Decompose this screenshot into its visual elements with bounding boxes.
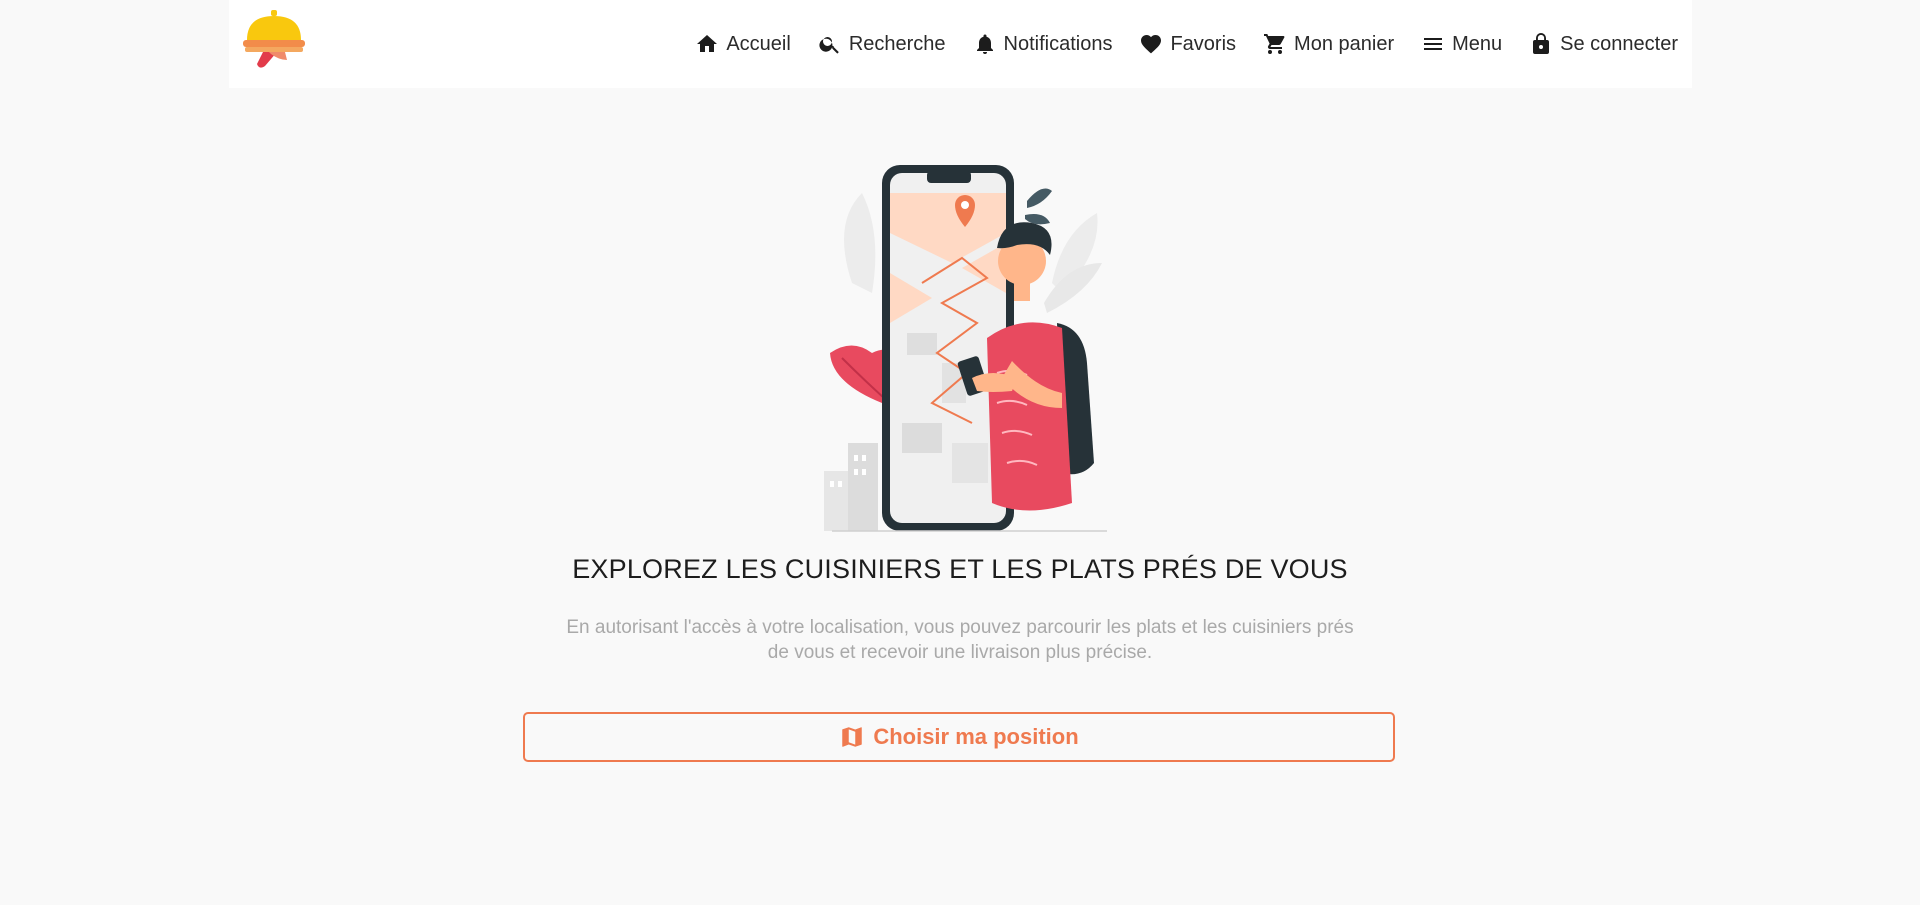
home-icon bbox=[697, 35, 718, 52]
nav-notifications[interactable]: Notifications bbox=[973, 32, 1113, 56]
nav-menu[interactable]: Menu bbox=[1421, 32, 1502, 56]
nav-notifications-label: Notifications bbox=[1003, 32, 1113, 55]
cart-icon bbox=[1264, 34, 1285, 54]
bell-icon bbox=[976, 34, 993, 54]
location-illustration bbox=[812, 163, 1112, 533]
nav-accueil[interactable]: Accueil bbox=[695, 32, 791, 56]
nav-recherche[interactable]: Recherche bbox=[818, 32, 946, 56]
nav-panier[interactable]: Mon panier bbox=[1263, 32, 1394, 56]
lock-icon bbox=[1533, 33, 1550, 54]
search-icon bbox=[819, 37, 839, 54]
choose-position-button[interactable]: Choisir ma position bbox=[523, 712, 1395, 762]
menu-icon bbox=[1424, 38, 1443, 50]
map-icon bbox=[842, 727, 863, 747]
top-navbar: Accueil Recherche Notifications Favoris … bbox=[229, 0, 1692, 88]
nav-se-connecter-label: Se connecter bbox=[1560, 32, 1678, 55]
main-nav: Accueil Recherche Notifications Favoris … bbox=[668, 0, 1678, 88]
nav-favoris[interactable]: Favoris bbox=[1139, 32, 1236, 56]
nav-se-connecter[interactable]: Se connecter bbox=[1529, 32, 1678, 56]
nav-favoris-label: Favoris bbox=[1170, 32, 1237, 55]
nav-accueil-label: Accueil bbox=[726, 32, 791, 55]
nav-panier-label: Mon panier bbox=[1294, 32, 1395, 55]
brand-logo[interactable] bbox=[241, 8, 307, 72]
nav-menu-label: Menu bbox=[1452, 32, 1503, 55]
heart-icon bbox=[1141, 35, 1162, 54]
nav-recherche-label: Recherche bbox=[848, 32, 946, 55]
choose-position-label: Choisir ma position bbox=[873, 724, 1079, 749]
location-description: En autorisant l'accès à votre localisati… bbox=[566, 617, 1354, 663]
page-headline: EXPLOREZ LES CUISINIERS ET LES PLATS PRÉ… bbox=[572, 554, 1348, 584]
